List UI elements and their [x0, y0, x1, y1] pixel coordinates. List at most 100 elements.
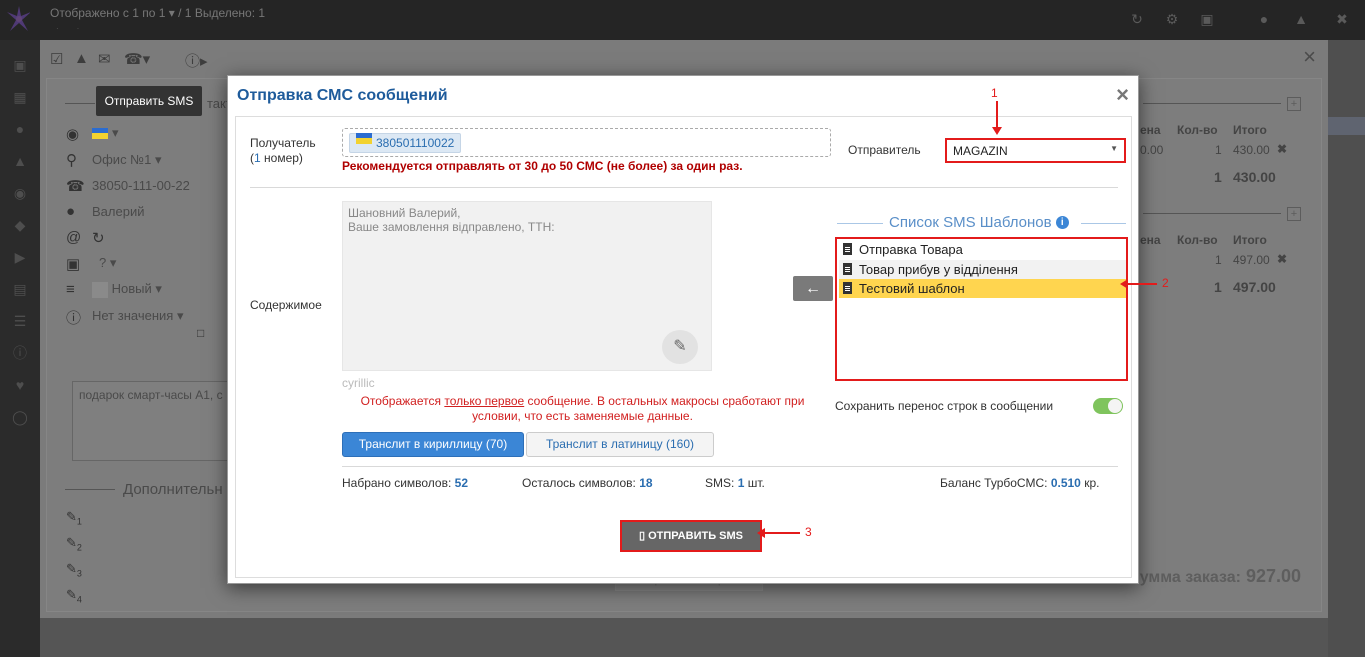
- status-value: Новый: [111, 281, 152, 296]
- col-qty: Кол-во: [1177, 233, 1218, 247]
- sms-count: SMS: 1 шт.: [705, 476, 765, 490]
- balance-label: Баланс ТурбоСМС:: [940, 476, 1048, 490]
- checklist-icon[interactable]: ☑: [50, 50, 63, 68]
- sender-value: MAGAZIN: [953, 144, 1008, 158]
- gear-icon[interactable]: ⚙: [1163, 10, 1181, 28]
- extra-row-number: 3: [76, 568, 82, 579]
- bell-icon[interactable]: ▲: [74, 50, 89, 67]
- order-sum-value: 927.00: [1245, 566, 1301, 586]
- typed-label: Набрано символов:: [342, 476, 452, 490]
- info-circle-icon[interactable]: ⓘ▸: [185, 50, 208, 71]
- info-icon[interactable]: i: [1055, 215, 1069, 229]
- balance: Баланс ТурбоСМС: 0.510 кр.: [940, 476, 1099, 490]
- country-flag-select[interactable]: ▾: [92, 125, 119, 141]
- send-sms-tooltip: Отправить SMS: [96, 86, 202, 116]
- recipient-label: Получатель: [250, 136, 316, 150]
- modal-close-button[interactable]: ×: [1116, 82, 1129, 108]
- recipient-input[interactable]: 380501110022: [342, 128, 831, 157]
- templates-list: Отправка Товара Товар прибув у відділенн…: [835, 237, 1128, 381]
- chart-icon[interactable]: ▤: [11, 280, 29, 298]
- monitor-icon[interactable]: ▣: [11, 56, 29, 74]
- annotation-2-arrowhead: [1120, 279, 1128, 289]
- extra-select[interactable]: Нет значения ▾: [92, 308, 183, 324]
- insert-template-button[interactable]: ←: [793, 276, 833, 301]
- extra-row-number: 2: [76, 542, 82, 553]
- pencil-icon: ✎2: [66, 535, 82, 553]
- template-item[interactable]: Товар прибув у відділення: [839, 260, 1126, 279]
- extra-value: Нет значения: [92, 308, 174, 323]
- bell-icon[interactable]: ▲: [1292, 10, 1310, 28]
- refresh-icon[interactable]: ↻: [1128, 10, 1146, 28]
- status-select[interactable]: Новый ▾: [92, 281, 162, 298]
- translit-latin-button[interactable]: Транслит в латиницу (160): [526, 432, 714, 457]
- macro-note: Отображается только первое сообщение. В …: [340, 394, 825, 424]
- sliders-icon[interactable]: ☰: [11, 312, 29, 330]
- header-line: [837, 223, 883, 224]
- globe-icon[interactable]: ◉: [11, 184, 29, 202]
- content-label: Содержимое: [250, 298, 322, 312]
- sync-icon[interactable]: ↻: [92, 229, 105, 247]
- users-icon[interactable]: ●: [11, 120, 29, 138]
- sum-total: 430.00: [1233, 169, 1276, 185]
- heart-icon[interactable]: ♥: [11, 376, 29, 394]
- translit-cyrillic-button[interactable]: Транслит в кириллицу (70): [342, 432, 524, 457]
- user-icon[interactable]: ●: [1255, 10, 1273, 28]
- typed-value: 52: [454, 476, 469, 490]
- header-line: [1081, 223, 1126, 224]
- bank-icon[interactable]: ▲: [11, 152, 29, 170]
- recipient-count: (1 номер): [250, 151, 303, 165]
- view-summary: Отображено с 1 по 1 ▾ / 1 Выделено: 1: [50, 6, 266, 20]
- typed-count: Набрано символов: 52: [342, 476, 468, 490]
- annotation-2-arrow: [1127, 283, 1157, 285]
- users-icon: ●: [66, 203, 76, 220]
- money-icon: ▣: [66, 256, 81, 273]
- orders-icon[interactable]: ▦: [11, 88, 29, 106]
- add-product-button[interactable]: +: [1287, 207, 1301, 221]
- templates-header: Список SMS Шаблонов i: [837, 214, 1126, 234]
- close-icon[interactable]: ✖: [1333, 10, 1351, 28]
- annotation-3-arrow: [765, 532, 800, 534]
- recommendation-warning: Рекомендуется отправлять от 30 до 50 СМС…: [342, 159, 743, 173]
- add-product-button[interactable]: +: [1287, 97, 1301, 111]
- annotation-1-arrow: [996, 101, 998, 128]
- tag-icon[interactable]: ◆: [11, 216, 29, 234]
- cell-price: 0.00: [1140, 143, 1164, 157]
- annotation-3: 3: [805, 525, 812, 539]
- modal-body: Получатель (1 номер) 380501110022 Рекоме…: [235, 116, 1132, 578]
- sender-select[interactable]: MAGAZIN ▼: [945, 138, 1126, 163]
- edit-message-button[interactable]: ✎: [662, 330, 698, 364]
- keep-line-breaks-toggle[interactable]: [1093, 398, 1123, 414]
- message-textarea[interactable]: Шановний Валерий, Ваше замовлення відпра…: [342, 201, 712, 371]
- recipient-chip[interactable]: 380501110022: [349, 133, 462, 153]
- send-sms-button[interactable]: ▯ ОТПРАВИТЬ SMS: [620, 520, 762, 552]
- office-select[interactable]: Офис №1 ▾: [92, 152, 162, 168]
- window-icon[interactable]: ▣: [1198, 10, 1216, 28]
- pencil-icon: ✎4: [66, 587, 82, 605]
- megaphone-icon[interactable]: ▶: [11, 248, 29, 266]
- balance-unit: кр.: [1084, 476, 1100, 490]
- template-item-selected[interactable]: Тестовий шаблон: [839, 279, 1126, 298]
- remove-icon[interactable]: ✖: [1277, 142, 1287, 156]
- remove-icon[interactable]: ✖: [1277, 252, 1287, 266]
- recipient-number: 380501110022: [376, 136, 455, 150]
- template-item[interactable]: Отправка Товара: [839, 240, 1126, 259]
- info-icon[interactable]: ⓘ: [11, 344, 29, 362]
- annotation-2: 2: [1162, 276, 1169, 290]
- app-logo-icon: [7, 6, 30, 31]
- toggle-icon[interactable]: ◯: [11, 408, 29, 426]
- comment-icon: □: [197, 326, 205, 340]
- payment-select[interactable]: ? ▾: [99, 255, 116, 271]
- section-line: [65, 489, 115, 490]
- window-close-button[interactable]: ×: [1303, 44, 1316, 70]
- col-total: Итого: [1233, 233, 1267, 247]
- viber-icon[interactable]: ☎▾: [124, 50, 150, 68]
- annotation-3-arrowhead: [757, 528, 765, 538]
- pencil-icon: ✎1: [66, 509, 82, 527]
- globe-icon: ◉: [66, 126, 80, 143]
- phone-icon: ☎: [66, 178, 85, 195]
- order-sum-label: Сумма заказа:: [1128, 569, 1241, 586]
- cell-total: 430.00: [1233, 143, 1270, 157]
- envelope-icon[interactable]: ✉: [98, 50, 111, 68]
- extra-row-number: 4: [76, 594, 82, 605]
- top-bar: Отображено с 1 по 1 ▾ / 1 Выделено: 1 ··…: [0, 0, 1365, 40]
